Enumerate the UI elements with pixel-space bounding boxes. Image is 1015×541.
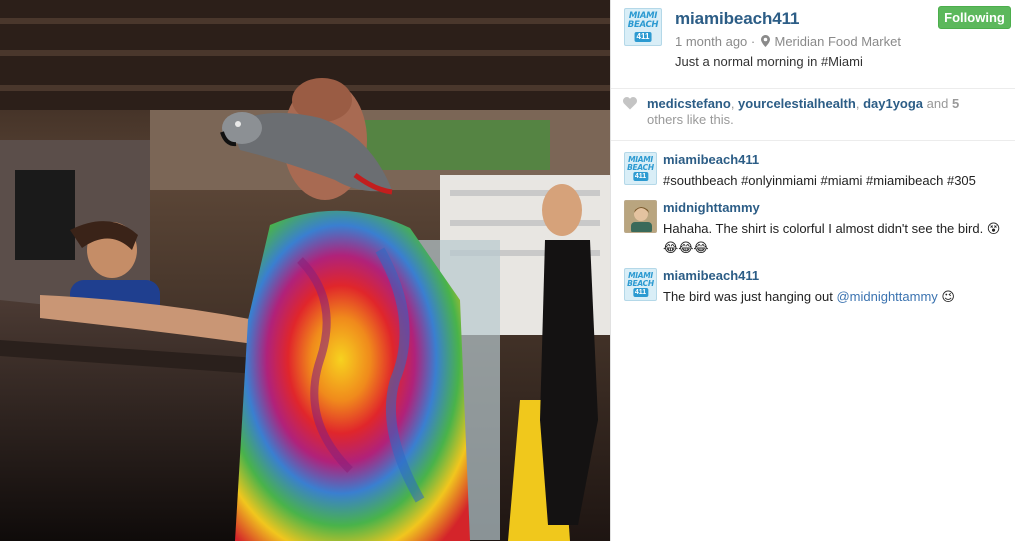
comment-username[interactable]: miamibeach411 [663, 152, 759, 167]
comment-text: The bird was just hanging out @midnightt… [663, 287, 1003, 306]
photo-image [0, 0, 610, 541]
likes-tail: others like this. [647, 112, 734, 127]
likes-text: medicstefano, yourcelestialhealth, day1y… [647, 96, 960, 127]
commenter-avatar[interactable]: MIAMI BEACH 411 [624, 152, 657, 185]
likes-section: medicstefano, yourcelestialhealth, day1y… [611, 89, 1015, 141]
comment-text: Hahaha. The shirt is colorful I almost d… [663, 221, 1001, 255]
post-header: MIAMI BEACH 411 miamibeach411 Following … [611, 0, 1015, 89]
post-location[interactable]: Meridian Food Market [775, 34, 901, 49]
post-details-panel: MIAMI BEACH 411 miamibeach411 Following … [610, 0, 1015, 541]
comment-body: The bird was just hanging out [663, 289, 833, 304]
avatar-logo-number: 411 [632, 172, 649, 181]
avatar-logo-number: 411 [634, 32, 652, 42]
person-photo-icon [625, 201, 656, 232]
post-photo[interactable] [0, 0, 610, 541]
avatar-logo-text: MIAMI BEACH [627, 11, 659, 30]
comment-username[interactable]: midnighttammy [663, 200, 760, 215]
map-pin-icon [760, 35, 770, 47]
meta-separator: · [750, 34, 756, 49]
avatar-logo-number: 411 [632, 288, 649, 297]
avatar-logo-text: MIAMI BEACH [627, 155, 654, 172]
liker-link[interactable]: day1yoga [863, 96, 923, 111]
likes-and: and [926, 96, 949, 111]
wink-emoji: 😉 [941, 289, 955, 304]
commenter-avatar[interactable] [624, 200, 657, 233]
likes-count[interactable]: 5 [952, 96, 959, 111]
post-caption: Just a normal morning in #Miami [675, 54, 863, 69]
comment-text: #southbeach #onlyinmiami #miami #miamibe… [663, 173, 976, 188]
post-time[interactable]: 1 month ago [675, 34, 747, 49]
commenter-avatar[interactable]: MIAMI BEACH 411 [624, 268, 657, 301]
author-username[interactable]: miamibeach411 [675, 9, 799, 29]
mention-link[interactable]: @midnighttammy [836, 289, 937, 304]
liker-link[interactable]: medicstefano [647, 96, 731, 111]
comment-username[interactable]: miamibeach411 [663, 268, 759, 283]
liker-link[interactable]: yourcelestialhealth [738, 96, 856, 111]
following-button[interactable]: Following [938, 6, 1011, 29]
avatar-logo-text: MIAMI BEACH [627, 271, 654, 288]
author-avatar[interactable]: MIAMI BEACH 411 [624, 8, 662, 46]
post-meta: 1 month ago · Meridian Food Market [675, 34, 901, 49]
heart-icon[interactable] [623, 97, 637, 110]
